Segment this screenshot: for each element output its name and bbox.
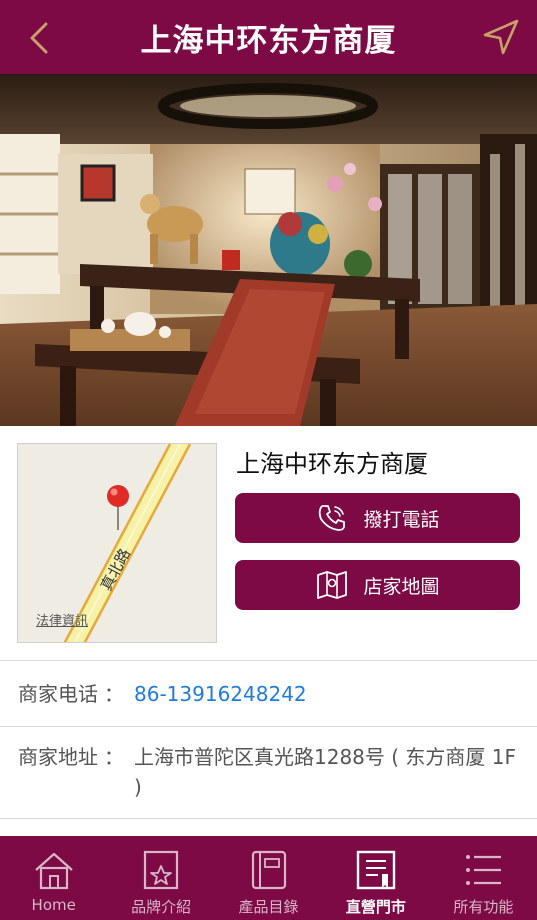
store-info-section: 真北路 法律資訊 上海中环东方商厦 撥打電話 店家地圖	[0, 426, 537, 660]
tab-home-label: Home	[31, 896, 76, 914]
top-nav-bar: 上海中环东方商厦	[0, 0, 537, 74]
map-legal-link[interactable]: 法律資訊	[36, 610, 88, 629]
address-label: 商家地址	[18, 745, 98, 769]
page-title: 上海中环东方商厦	[140, 22, 397, 59]
bottom-tab-bar: Home 品牌介紹 產品目錄 直營門市 所有功能	[0, 836, 537, 920]
address-separator: ：	[104, 745, 124, 769]
catalog-icon	[251, 850, 286, 890]
tab-all-functions-label: 所有功能	[453, 898, 514, 916]
call-button[interactable]: 撥打電話	[235, 493, 520, 543]
menu-lines-icon	[466, 855, 502, 885]
tab-brand-intro-label: 品牌介紹	[131, 898, 192, 916]
tab-direct-stores-label: 直營門市	[345, 898, 406, 916]
phone-icon	[319, 505, 346, 531]
phone-number-link[interactable]: 86-13916248242	[134, 679, 519, 709]
map-thumbnail[interactable]: 真北路 法律資訊	[17, 443, 217, 643]
store-interior-image	[0, 74, 537, 426]
phone-row: 商家电话 ： 86-13916248242	[0, 660, 537, 726]
address-value: 上海市普陀区真光路1288号 ( 东方商厦 1F )	[134, 745, 517, 799]
store-photo	[0, 74, 537, 426]
tab-product-catalog[interactable]: 產品目錄	[215, 836, 322, 920]
phone-label: 商家电话	[18, 682, 98, 706]
app-screen: 上海中环东方商厦 真北路 法律資訊 上海中环东方商厦 撥打電話 店家地圖 商家电…	[0, 0, 537, 920]
address-row: 商家地址 ： 上海市普陀区真光路1288号 ( 东方商厦 1F )	[0, 726, 537, 818]
star-card-icon	[144, 850, 179, 890]
chevron-left-icon	[30, 22, 48, 54]
location-arrow-icon	[483, 19, 519, 55]
store-name: 上海中环东方商厦	[236, 450, 428, 478]
tab-brand-intro[interactable]: 品牌介紹	[107, 836, 214, 920]
home-icon	[34, 852, 73, 890]
back-button[interactable]	[22, 20, 58, 56]
folded-map-icon	[317, 571, 348, 599]
call-button-label: 撥打電話	[363, 508, 440, 531]
tab-product-catalog-label: 產品目錄	[238, 898, 299, 916]
store-map-button-label: 店家地圖	[363, 575, 440, 598]
store-map-button[interactable]: 店家地圖	[235, 560, 520, 610]
store-doc-icon	[356, 850, 396, 890]
navigate-button[interactable]	[481, 18, 521, 56]
tab-all-functions[interactable]: 所有功能	[430, 836, 537, 920]
tab-direct-stores[interactable]: 直營門市	[322, 836, 429, 920]
tab-home[interactable]: Home	[0, 836, 107, 920]
phone-separator: ：	[104, 682, 124, 706]
